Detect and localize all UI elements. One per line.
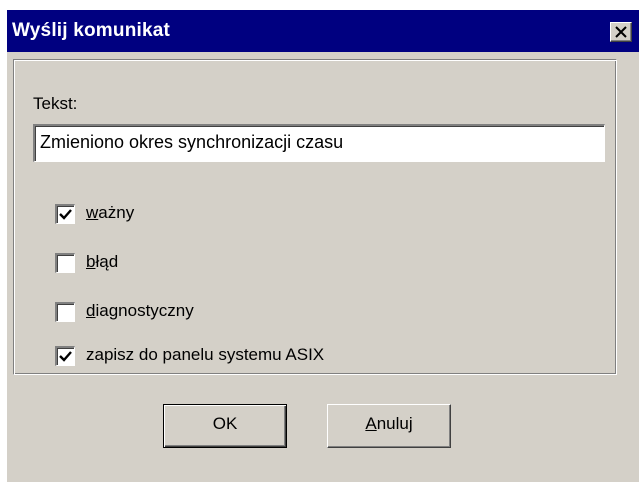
checkmark-icon	[59, 209, 72, 220]
checkbox-box[interactable]	[55, 302, 75, 322]
message-text-input[interactable]: Zmieniono okres synchronizacji czasu	[33, 124, 605, 162]
checkmark-icon	[59, 351, 72, 362]
dialog-title: Wyślij komunikat	[12, 20, 171, 41]
checkbox-label-save-to-panel: zapisz do panelu systemu ASIX	[86, 345, 325, 364]
checkbox-box[interactable]	[55, 346, 75, 366]
checkbox-box[interactable]	[55, 253, 75, 273]
checkbox-label-error: błąd	[86, 252, 119, 271]
text-label: Tekst:	[33, 94, 78, 113]
checkbox-label-important: ważny	[86, 203, 135, 222]
close-icon	[615, 26, 627, 38]
checkbox-box[interactable]	[55, 204, 75, 224]
title-bar[interactable]: Wyślij komunikat	[7, 10, 639, 52]
cancel-button[interactable]: Anuluj	[327, 404, 451, 448]
close-button[interactable]	[610, 22, 632, 42]
checkbox-label-diagnostic: diagnostyczny	[86, 301, 194, 320]
ok-button[interactable]: OK	[163, 404, 287, 448]
